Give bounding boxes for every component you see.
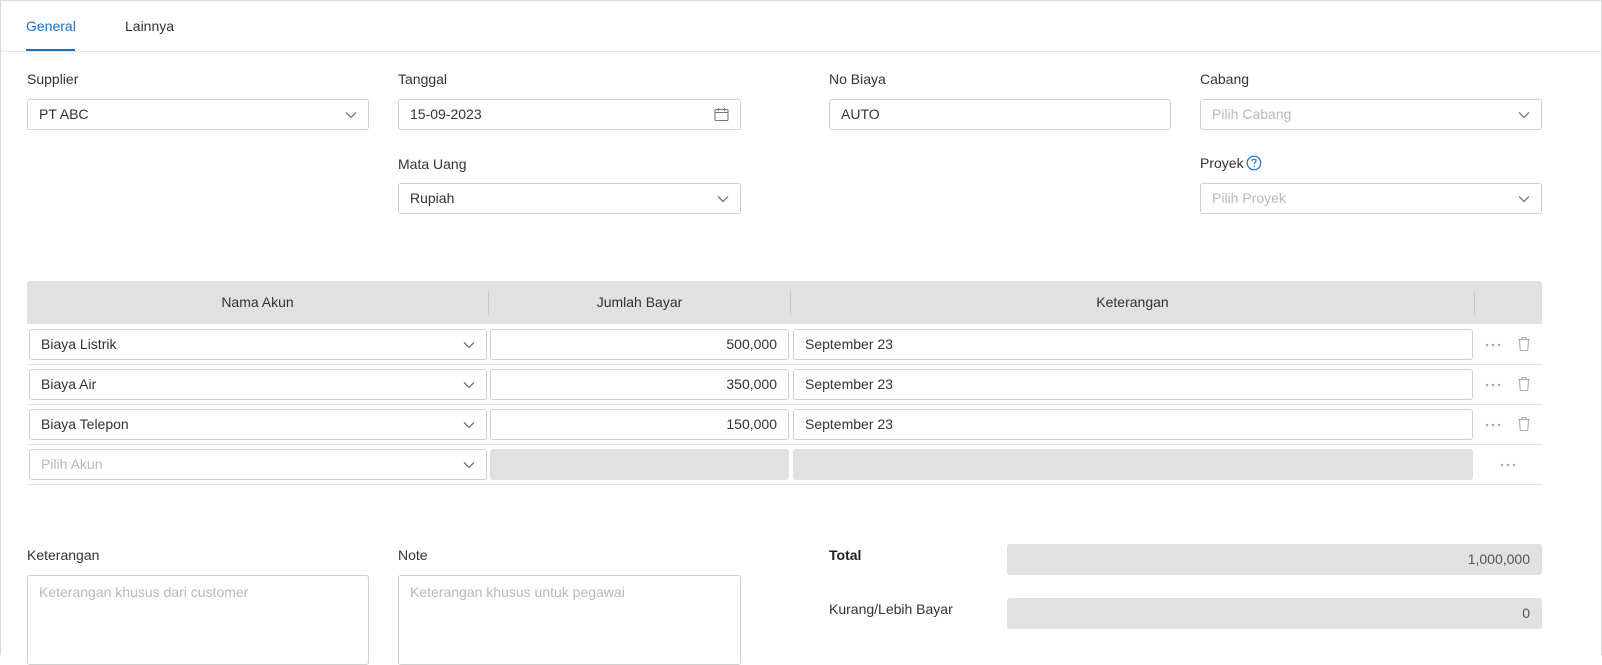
keterangan-value: September 23 [805, 336, 893, 352]
supplier-select[interactable]: PT ABC [27, 99, 369, 130]
table-row-jumlah-input[interactable]: 500,000 [490, 329, 789, 360]
tab-general[interactable]: General [26, 18, 76, 34]
active-tab-indicator [26, 49, 75, 51]
trash-icon[interactable] [1517, 376, 1531, 392]
cabang-label: Cabang [1200, 71, 1250, 87]
chevron-down-icon [345, 112, 357, 119]
tab-lainnya[interactable]: Lainnya [125, 18, 174, 34]
help-icon[interactable] [1246, 155, 1262, 171]
akun-value: Biaya Telepon [41, 416, 129, 432]
row-divider [27, 364, 1542, 365]
chevron-down-icon [463, 382, 475, 389]
trash-icon[interactable] [1517, 336, 1531, 352]
new-row-keterangan-disabled [793, 449, 1473, 480]
row-divider [27, 404, 1542, 405]
trash-icon[interactable] [1517, 416, 1531, 432]
table-row-keterangan-input[interactable]: September 23 [793, 329, 1473, 360]
chevron-down-icon [717, 196, 729, 203]
keterangan-textarea[interactable]: Keterangan khusus dari customer [27, 575, 369, 665]
tanggal-datepicker[interactable]: 15-09-2023 [398, 99, 741, 130]
mata-uang-value: Rupiah [410, 190, 455, 206]
tanggal-value: 15-09-2023 [410, 106, 482, 122]
proyek-select[interactable]: Pilih Proyek [1200, 183, 1542, 214]
akun-value: Biaya Air [41, 376, 97, 392]
tanggal-label: Tanggal [398, 71, 448, 87]
more-options-icon[interactable] [1485, 343, 1501, 347]
jumlah-value: 500,000 [726, 336, 777, 352]
total-value: 1,000,000 [1007, 544, 1542, 575]
keterangan-value: September 23 [805, 416, 893, 432]
table-row-jumlah-input[interactable]: 350,000 [490, 369, 789, 400]
table-row-keterangan-input[interactable]: September 23 [793, 369, 1473, 400]
note-textarea[interactable]: Keterangan khusus untuk pegawai [398, 575, 741, 665]
form-container: General Lainnya Supplier Tanggal No Biay… [0, 0, 1602, 665]
more-options-icon[interactable] [1485, 423, 1501, 427]
mata-uang-select[interactable]: Rupiah [398, 183, 741, 214]
column-header-jumlah-bayar: Jumlah Bayar [596, 294, 683, 310]
no-biaya-label: No Biaya [829, 71, 886, 87]
kurang-lebih-label: Kurang/Lebih Bayar [829, 601, 953, 617]
akun-value: Biaya Listrik [41, 336, 117, 352]
chevron-down-icon [1518, 196, 1530, 203]
column-header-nama-akun: Nama Akun [221, 294, 294, 310]
more-options-icon[interactable] [1485, 383, 1501, 387]
keterangan-label: Keterangan [27, 547, 100, 563]
new-row-akun-select[interactable]: Pilih Akun [29, 449, 487, 480]
note-label: Note [398, 547, 428, 563]
no-biaya-value: AUTO [841, 106, 880, 122]
mata-uang-label: Mata Uang [398, 156, 467, 172]
cabang-select[interactable]: Pilih Cabang [1200, 99, 1542, 130]
row-divider [27, 444, 1542, 445]
chevron-down-icon [463, 342, 475, 349]
table-header: Nama Akun Jumlah Bayar Keterangan [27, 281, 1542, 324]
row-divider [27, 484, 1542, 485]
table-row-jumlah-input[interactable]: 150,000 [490, 409, 789, 440]
no-biaya-input[interactable]: AUTO [829, 99, 1171, 130]
keterangan-placeholder: Keterangan khusus dari customer [39, 584, 249, 600]
proyek-label: Proyek [1200, 155, 1244, 171]
chevron-down-icon [463, 422, 475, 429]
tab-bar: General Lainnya [1, 1, 1601, 52]
supplier-label: Supplier [27, 71, 79, 87]
supplier-value: PT ABC [39, 106, 89, 122]
table-row-keterangan-input[interactable]: September 23 [793, 409, 1473, 440]
table-row-akun-select[interactable]: Biaya Listrik [29, 329, 487, 360]
column-divider [1474, 291, 1475, 315]
kurang-lebih-value: 0 [1007, 598, 1542, 629]
table-row-akun-select[interactable]: Biaya Telepon [29, 409, 487, 440]
chevron-down-icon [1518, 112, 1530, 119]
calendar-icon[interactable] [714, 107, 729, 122]
new-row-jumlah-disabled [490, 449, 789, 480]
jumlah-value: 150,000 [726, 416, 777, 432]
jumlah-value: 350,000 [726, 376, 777, 392]
cabang-placeholder: Pilih Cabang [1212, 106, 1292, 122]
akun-placeholder: Pilih Akun [41, 456, 103, 472]
proyek-placeholder: Pilih Proyek [1212, 190, 1286, 206]
more-options-icon[interactable] [1500, 463, 1516, 467]
keterangan-value: September 23 [805, 376, 893, 392]
total-label: Total [829, 547, 862, 563]
chevron-down-icon [463, 462, 475, 469]
table-row-akun-select[interactable]: Biaya Air [29, 369, 487, 400]
column-header-keterangan: Keterangan [1096, 294, 1169, 310]
note-placeholder: Keterangan khusus untuk pegawai [410, 584, 625, 600]
